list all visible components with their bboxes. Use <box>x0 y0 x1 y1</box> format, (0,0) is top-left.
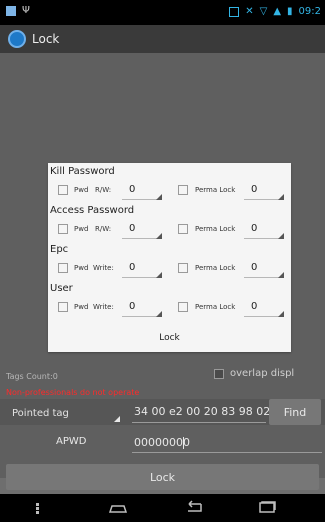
overlap-display-option[interactable]: overlap displ <box>214 368 294 379</box>
overlap-checkbox[interactable] <box>214 368 224 379</box>
dropdown-corner-icon <box>278 311 284 317</box>
epc-row: Pwd Write: 0 Perma Lock 0 <box>48 260 291 278</box>
menu-dot <box>36 503 39 506</box>
recent-apps-icon[interactable] <box>258 501 276 513</box>
menu-icon[interactable] <box>36 503 39 514</box>
kill-perma-spinner[interactable]: 0 <box>244 182 284 200</box>
spinner-value: 0 <box>251 184 258 195</box>
user-mode-spinner[interactable]: 0 <box>122 299 162 317</box>
spinner-value: 0 <box>251 301 258 312</box>
signal-icon: ▲ <box>273 6 282 17</box>
perma-lock-label: Perma Lock <box>195 303 236 311</box>
pwd-label: Pwd <box>74 303 89 311</box>
kill-mode-spinner[interactable]: 0 <box>122 182 162 200</box>
clock: 09:2 <box>298 6 321 17</box>
user-perma-checkbox[interactable] <box>178 302 188 312</box>
spinner-value: 0 <box>129 223 136 234</box>
mode-label: Write: <box>93 303 114 311</box>
user-row: Pwd Write: 0 Perma Lock 0 <box>48 299 291 317</box>
mode-label: Write: <box>93 264 114 272</box>
access-perma-checkbox[interactable] <box>178 224 188 234</box>
app-logo-icon <box>8 30 26 48</box>
dialog-lock-button[interactable]: Lock <box>48 324 291 352</box>
perma-lock-label: Perma Lock <box>195 186 236 194</box>
mute-icon: ✕ <box>245 6 254 17</box>
warning-text: Non-professionals do not operate <box>6 388 140 397</box>
spinner-value: 0 <box>129 262 136 273</box>
epc-perma-spinner[interactable]: 0 <box>244 260 284 278</box>
pointed-tag-label: Pointed tag <box>12 407 69 419</box>
dropdown-corner-icon <box>156 311 162 317</box>
home-icon[interactable] <box>108 503 128 513</box>
access-password-row: Pwd R/W: 0 Perma Lock 0 <box>48 221 291 239</box>
sim-icon <box>229 6 240 17</box>
mode-label: R/W: <box>95 225 112 233</box>
user-pwd-checkbox[interactable] <box>58 302 68 312</box>
access-mode-spinner[interactable]: 0 <box>122 221 162 239</box>
lock-dialog: Kill Password Pwd R/W: 0 Perma Lock 0 Ac… <box>48 163 291 352</box>
tags-count: Tags Count:0 <box>6 372 58 381</box>
section-title: Epc <box>50 244 69 255</box>
find-button[interactable]: Find <box>269 399 321 425</box>
kill-perma-checkbox[interactable] <box>178 185 188 195</box>
status-bar-left-icons: Ψ <box>6 5 30 16</box>
overlap-label: overlap displ <box>230 368 295 379</box>
epc-pwd-checkbox[interactable] <box>58 263 68 273</box>
section-title: Access Password <box>50 205 135 216</box>
dropdown-corner-icon <box>156 272 162 278</box>
usb-icon: Ψ <box>22 5 30 16</box>
tag-epc-underline <box>132 422 266 423</box>
spinner-value: 0 <box>251 262 258 273</box>
pwd-label: Pwd <box>74 186 89 194</box>
dropdown-corner-icon <box>278 272 284 278</box>
menu-dot <box>36 511 39 514</box>
back-icon[interactable] <box>182 500 204 514</box>
tag-epc-value: 34 00 e2 00 20 83 98 02 <box>134 405 271 418</box>
gallery-icon <box>6 5 16 16</box>
section-title: User <box>50 283 73 294</box>
spinner-value: 0 <box>129 184 136 195</box>
wifi-icon: ▽ <box>259 6 268 17</box>
dropdown-corner-icon <box>278 233 284 239</box>
spinner-value: 0 <box>251 223 258 234</box>
pointed-tag-spinner[interactable]: Pointed tag <box>6 400 124 426</box>
screen-title: Lock <box>32 32 60 46</box>
epc-perma-checkbox[interactable] <box>178 263 188 273</box>
apwd-input-underline <box>132 452 322 453</box>
menu-dot <box>36 507 39 510</box>
apwd-label: APWD <box>56 436 87 447</box>
access-pwd-checkbox[interactable] <box>58 224 68 234</box>
status-bar-right-icons: ✕ ▽ ▲ ▮ 09:2 <box>229 6 321 17</box>
perma-lock-label: Perma Lock <box>195 225 236 233</box>
navigation-bar <box>0 494 325 522</box>
dropdown-corner-icon <box>278 194 284 200</box>
battery-icon: ▮ <box>287 6 293 17</box>
dropdown-corner-icon <box>156 233 162 239</box>
action-bar: Lock <box>0 25 325 53</box>
pwd-label: Pwd <box>74 264 89 272</box>
access-perma-spinner[interactable]: 0 <box>244 221 284 239</box>
mode-label: R/W: <box>95 186 112 194</box>
text-cursor <box>183 437 184 449</box>
kill-pwd-checkbox[interactable] <box>58 185 68 195</box>
status-bar: Ψ ✕ ▽ ▲ ▮ 09:2 <box>0 0 325 25</box>
section-title: Kill Password <box>50 166 115 177</box>
lock-button[interactable]: Lock <box>6 464 319 490</box>
apwd-input[interactable]: 00000000 <box>134 436 190 449</box>
user-perma-spinner[interactable]: 0 <box>244 299 284 317</box>
epc-mode-spinner[interactable]: 0 <box>122 260 162 278</box>
spinner-value: 0 <box>129 301 136 312</box>
perma-lock-label: Perma Lock <box>195 264 236 272</box>
kill-password-row: Pwd R/W: 0 Perma Lock 0 <box>48 182 291 200</box>
dropdown-corner-icon <box>156 194 162 200</box>
pwd-label: Pwd <box>74 225 89 233</box>
